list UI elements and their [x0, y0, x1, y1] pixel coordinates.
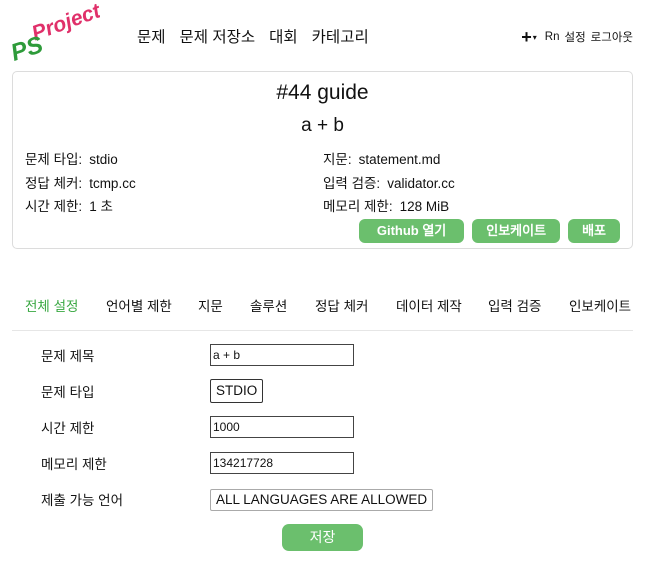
plus-icon[interactable]: + [521, 28, 532, 46]
problem-info-card: #44 guide a + b 문제 타입: stdio 정답 체커: tcmp.c… [12, 71, 633, 249]
tab-invoke[interactable]: 인보케이트 [569, 295, 631, 315]
user-link[interactable]: Rn [545, 31, 560, 43]
info-value: 1 초 [89, 199, 113, 214]
problem-name: a + b [301, 115, 344, 136]
info-label: 정답 체커: [25, 176, 83, 191]
info-problem-type: 문제 타입: stdio [25, 148, 118, 168]
nav-item-problems[interactable]: 문제 [137, 25, 166, 47]
info-value: tcmp.cc [89, 176, 136, 191]
info-label: 메모리 제한: [323, 199, 393, 214]
info-statement: 지문: statement.md [323, 148, 440, 168]
title-input[interactable] [210, 344, 354, 366]
tab-validator[interactable]: 입력 검증 [488, 295, 541, 315]
memory-limit-label: 메모리 제한 [41, 457, 107, 472]
info-label: 시간 제한: [25, 199, 83, 214]
info-value: statement.md [358, 152, 441, 167]
user-menu: + ▾ Rn 설정 로그아웃 [521, 28, 633, 46]
logo[interactable]: Project PS [8, 4, 100, 62]
info-label: 문제 타입: [25, 152, 83, 167]
type-select[interactable]: STDIO [210, 379, 264, 403]
open-github-button[interactable]: Github 열기 [358, 219, 465, 243]
settings-tabs: 전체 설정 언어별 제한 지문 솔루션 정답 체커 데이터 제작 입력 검증 인… [12, 287, 633, 331]
nav-item-repository[interactable]: 문제 저장소 [180, 25, 256, 47]
tab-general-settings[interactable]: 전체 설정 [25, 295, 78, 315]
info-label: 입력 검증: [323, 176, 381, 191]
invoke-button[interactable]: 인보케이트 [472, 219, 561, 243]
time-limit-label: 시간 제한 [41, 421, 95, 436]
problem-id: #44 guide [276, 81, 369, 104]
languages-select[interactable]: ALL LANGUAGES ARE ALLOWED [210, 489, 434, 511]
memory-limit-input[interactable] [210, 452, 354, 474]
chevron-down-icon[interactable]: ▾ [533, 33, 537, 42]
languages-label: 제출 가능 언어 [41, 493, 124, 508]
tab-statement[interactable]: 지문 [198, 295, 223, 315]
tab-generator[interactable]: 데이터 제작 [396, 295, 462, 315]
info-value: 128 MiB [399, 199, 450, 214]
nav-item-categories[interactable]: 카테고리 [312, 25, 369, 47]
info-memory-limit: 메모리 제한: 128 MiB [323, 195, 449, 215]
card-actions: Github 열기 인보케이트 배포 [351, 219, 620, 243]
info-checker: 정답 체커: tcmp.cc [25, 172, 136, 192]
title-label: 문제 제목 [41, 349, 95, 364]
type-label: 문제 타입 [41, 385, 95, 400]
tab-language-limits[interactable]: 언어별 제한 [106, 295, 172, 315]
info-time-limit: 시간 제한: 1 초 [25, 195, 113, 215]
main-nav: 문제 문제 저장소 대회 카테고리 [137, 25, 383, 47]
tab-solutions[interactable]: 솔루션 [250, 295, 287, 315]
info-value: stdio [89, 152, 118, 167]
tab-checker[interactable]: 정답 체커 [315, 295, 368, 315]
nav-item-contests[interactable]: 대회 [269, 25, 298, 47]
info-value: validator.cc [387, 176, 455, 191]
deploy-button[interactable]: 배포 [568, 219, 620, 243]
info-validator: 입력 검증: validator.cc [323, 172, 455, 192]
info-label: 지문: [323, 152, 352, 167]
logout-link[interactable]: 로그아웃 [591, 29, 633, 45]
time-limit-input[interactable] [210, 416, 354, 438]
save-button[interactable]: 저장 [282, 524, 363, 551]
settings-link[interactable]: 설정 [565, 29, 586, 45]
